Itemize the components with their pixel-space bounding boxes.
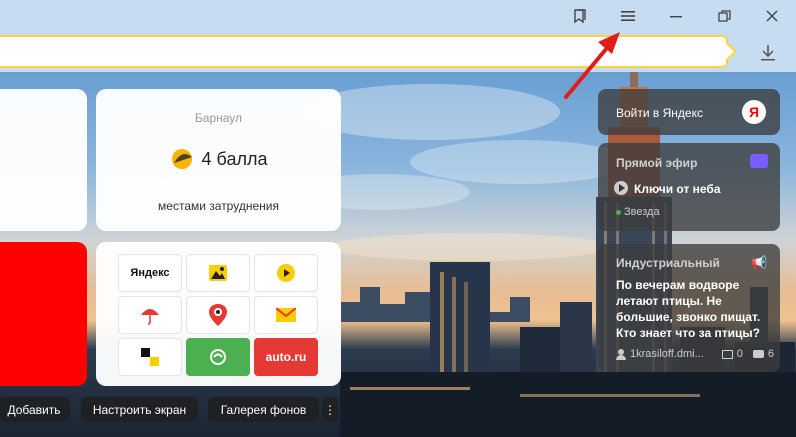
restore-icon[interactable] bbox=[710, 4, 738, 28]
live-indicator-icon bbox=[616, 210, 621, 215]
video-play-icon bbox=[277, 264, 295, 282]
app-mail[interactable] bbox=[254, 296, 318, 334]
maps-pin-icon bbox=[209, 304, 227, 326]
megaphone-icon: 📢 bbox=[751, 255, 768, 270]
comment-icon bbox=[752, 350, 764, 358]
yandex-logo-icon[interactable]: Я bbox=[742, 100, 766, 124]
minimize-icon[interactable] bbox=[662, 4, 690, 28]
images-icon bbox=[209, 265, 227, 281]
zen-icon bbox=[141, 348, 159, 366]
play-icon[interactable] bbox=[614, 181, 628, 195]
auto-ru-logo: auto.ru bbox=[265, 350, 307, 364]
services-tile: Яндекс auto.ru bbox=[96, 242, 341, 386]
add-tile-button[interactable]: Добавить bbox=[0, 397, 70, 422]
post-body[interactable]: По вечерам водворе летают птицы. Не боль… bbox=[616, 277, 774, 341]
live-tv-card[interactable]: Прямой эфир Ключи от неба Звезда bbox=[598, 143, 780, 231]
post-footer: 1krasiloff.dmi... 0 6 bbox=[616, 348, 774, 360]
app-yandex[interactable]: Яндекс bbox=[118, 254, 182, 292]
app-images[interactable] bbox=[186, 254, 250, 292]
traffic-score-text: 4 балла bbox=[201, 148, 268, 169]
user-icon bbox=[616, 348, 626, 360]
app-maps[interactable] bbox=[186, 296, 250, 334]
umbrella-icon bbox=[141, 309, 159, 325]
omnibox[interactable] bbox=[0, 35, 737, 68]
city-label: Барнаул bbox=[194, 111, 243, 125]
traffic-description: местами затруднения bbox=[158, 199, 279, 213]
image-icon bbox=[721, 349, 733, 359]
bookmarks-icon[interactable] bbox=[566, 4, 594, 28]
app-video[interactable] bbox=[254, 254, 318, 292]
district-post-card[interactable]: Индустриальный 📢 По вечерам водворе лета… bbox=[598, 244, 780, 372]
traffic-score: 4 балла bbox=[96, 147, 341, 171]
post-comment-count: 6 bbox=[767, 348, 774, 360]
traffic-sun-icon bbox=[171, 149, 192, 169]
title-bar bbox=[0, 0, 796, 32]
hamburger-menu-icon[interactable] bbox=[614, 4, 642, 28]
background-gallery-button[interactable]: Галерея фонов bbox=[208, 397, 319, 422]
download-icon[interactable] bbox=[754, 40, 782, 66]
tv-icon bbox=[750, 154, 768, 168]
youtube-tile[interactable] bbox=[0, 242, 87, 386]
address-input[interactable] bbox=[0, 37, 726, 66]
tile-left-partial[interactable] bbox=[0, 89, 87, 231]
login-label: Войти в Яндекс bbox=[616, 106, 703, 120]
app-zen[interactable] bbox=[118, 338, 182, 376]
yandex-wordmark: Яндекс bbox=[130, 267, 170, 279]
post-author[interactable]: 1krasiloff.dmi... bbox=[630, 348, 722, 360]
address-bar-area bbox=[0, 32, 796, 72]
live-header: Прямой эфир bbox=[616, 156, 698, 170]
traffic-tile[interactable]: Барнаул 4 балла местами затруднения bbox=[96, 89, 341, 231]
close-icon[interactable] bbox=[758, 4, 786, 28]
mail-envelope-icon bbox=[276, 308, 296, 322]
more-options-button[interactable]: ⋮ bbox=[322, 397, 338, 422]
app-weather[interactable] bbox=[118, 296, 182, 334]
customize-screen-button[interactable]: Настроить экран bbox=[81, 397, 198, 422]
live-show-title[interactable]: Ключи от неба bbox=[634, 182, 721, 196]
live-channel: Звезда bbox=[624, 206, 660, 218]
app-auto-ru[interactable]: auto.ru bbox=[254, 338, 318, 376]
app-market[interactable] bbox=[186, 338, 250, 376]
post-image-count: 0 bbox=[736, 348, 743, 360]
market-icon bbox=[210, 349, 226, 365]
district-header: Индустриальный bbox=[616, 256, 720, 270]
